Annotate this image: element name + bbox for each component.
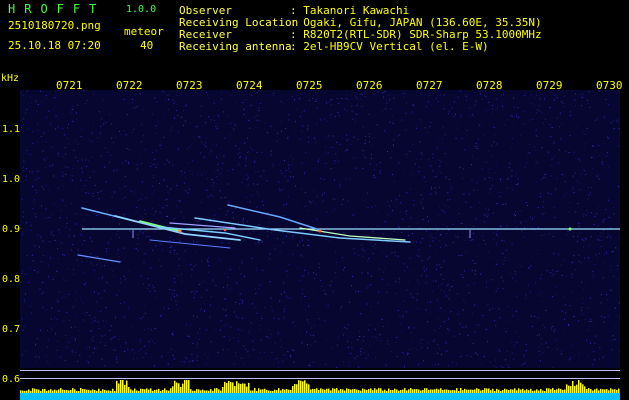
spectrogram-plot [20, 90, 620, 368]
freq-tick: 1.0 [2, 174, 21, 185]
app-name: HROFFT [8, 2, 106, 16]
file-name: 2510180720.png [8, 19, 101, 32]
signal-strength-strip [20, 380, 620, 400]
freq-tick: 0.8 [2, 274, 21, 285]
hrofft-window: HROFFT 1.0.0 2510180720.png 25.10.18 07:… [0, 0, 629, 400]
meteor-count: 40 [140, 39, 154, 52]
separator-upper [20, 370, 620, 371]
antenna-label: Receiving antenna [179, 40, 292, 53]
separator-lower [20, 378, 620, 379]
strip-base [20, 393, 620, 400]
strip-peaks [20, 380, 620, 393]
file-datetime: 25.10.18 07:20 [8, 39, 101, 52]
meteor-echoes [77, 204, 572, 263]
freq-tick: 1.1 [2, 124, 21, 135]
meteor-label: meteor [124, 25, 164, 38]
freq-tick: 0.7 [2, 324, 21, 335]
axis-unit: kHz [1, 73, 20, 84]
antenna-value: : 2el-HB9CV Vertical (el. E-W) [290, 40, 489, 53]
freq-tick: 0.6 [2, 374, 21, 385]
spectrogram [20, 90, 620, 368]
freq-tick: 0.9 [2, 224, 21, 235]
app-version: 1.0.0 [126, 4, 157, 15]
